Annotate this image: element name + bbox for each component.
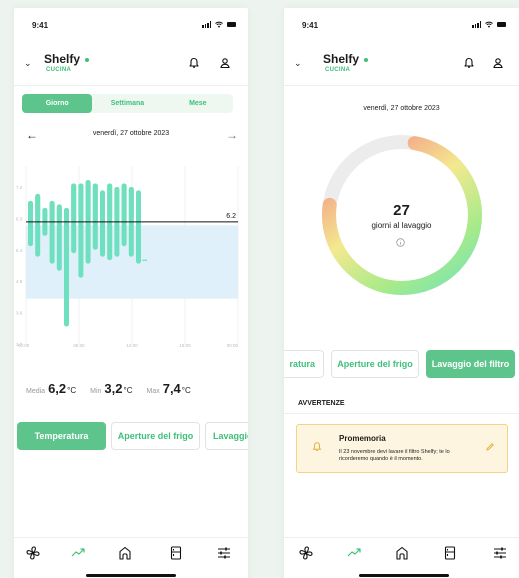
status-bar: 9:41 (284, 19, 519, 33)
online-dot (85, 57, 90, 62)
chart-y-tick: 4.5 (16, 279, 23, 284)
chevron-down-icon[interactable]: ⌄ (24, 58, 32, 69)
chart-y-tick: 3.6 (16, 311, 23, 316)
device-name: Shelfy (44, 52, 81, 66)
date-navigator: ← venerdì, 27 ottobre 2023 → (14, 128, 248, 144)
home-indicator (359, 574, 449, 577)
app-header: ⌄ Shelfy CUCINA (284, 50, 519, 86)
device-selector[interactable]: Shelfy (323, 52, 369, 66)
chart-y-tick: 6.3 (16, 216, 23, 221)
signal-icon (472, 21, 481, 28)
chart-bar-lower (121, 183, 127, 247)
ring-date: venerdì, 27 ottobre 2023 (363, 105, 440, 112)
battery-icon (497, 22, 506, 27)
tab-aperture-frigo[interactable]: Aperture del frigo (111, 422, 200, 450)
pencil-icon[interactable] (485, 442, 495, 452)
status-icons (202, 21, 236, 28)
arrow-right-icon[interactable]: → (226, 128, 238, 142)
fan-icon[interactable] (298, 545, 314, 561)
tab-lavaggio[interactable]: Lavaggio (205, 422, 248, 450)
chart-x-tick: 00:00 (18, 343, 30, 348)
divider (284, 413, 519, 414)
chart-bar-lower (71, 183, 77, 254)
reminder-title: Promemoria (339, 434, 386, 443)
chart-reference-label: 6.2 (226, 213, 236, 220)
days-label: giorni al lavaggio (371, 221, 432, 230)
chart-bar-lower (78, 183, 84, 278)
tab-temperatura[interactable]: ratura (284, 350, 324, 378)
chart-x-tick: 18:00 (179, 343, 191, 348)
fridge-icon[interactable] (168, 545, 184, 561)
warnings-title: AVVERTENZE (298, 400, 345, 407)
period-segmented-control: Giorno Settimana Mese (22, 94, 233, 113)
signal-icon (202, 21, 211, 28)
trend-icon[interactable] (70, 545, 86, 561)
bell-icon[interactable] (187, 56, 201, 70)
arrow-left-icon[interactable]: ← (26, 128, 38, 142)
sliders-icon[interactable] (492, 545, 508, 561)
chart-bar-lower (28, 200, 33, 247)
fridge-icon[interactable] (442, 545, 458, 561)
bottom-tab-bar (284, 537, 519, 567)
stat-max: Max 7,4°C (146, 381, 191, 396)
user-icon[interactable] (491, 56, 505, 70)
tab-lavaggio-filtro[interactable]: Lavaggio del filtro (426, 350, 515, 378)
chart-bar-lower (56, 204, 62, 271)
temperature-chart: 7.26.35.44.53.62.76.200:00 06:00 12:00 18:0… (16, 166, 239, 348)
bell-icon (312, 442, 322, 451)
status-icons (472, 21, 506, 28)
chart-bar-lower (35, 193, 41, 257)
segment-settimana[interactable]: Settimana (92, 94, 162, 113)
sliders-icon[interactable] (216, 545, 232, 561)
device-room: CUCINA (325, 67, 351, 73)
user-icon[interactable] (218, 56, 232, 70)
tab-aperture-frigo[interactable]: Aperture del frigo (331, 350, 419, 378)
device-selector[interactable]: Shelfy (44, 52, 90, 66)
status-time: 9:41 (32, 21, 49, 30)
home-indicator (86, 574, 176, 577)
online-dot (364, 57, 369, 62)
wifi-icon (215, 21, 223, 28)
reminder-card[interactable]: Promemoria Il 23 novembre devi lavare il… (296, 424, 508, 473)
home-icon[interactable] (394, 545, 410, 561)
metric-tabs: Temperatura Aperture del frigo Lavaggio (14, 422, 248, 450)
phone-screen-filter: 9:41 ⌄ Shelfy CUCINA venerdì, 27 ottobre… (284, 8, 519, 578)
chart-y-tick: 5.4 (16, 248, 23, 253)
chart-x-tick: 00:00 (227, 343, 239, 348)
stat-min: Min 3,2°C (90, 381, 133, 396)
segment-mese[interactable]: Mese (163, 94, 233, 113)
app-header: ⌄ Shelfy CUCINA (14, 50, 248, 86)
home-icon[interactable] (117, 545, 133, 561)
temperature-stats: Media 6,2°C Min 3,2°C Max 7,4°C (26, 381, 248, 401)
chart-bar-lower (49, 200, 55, 264)
stat-media: Media 6,2°C (26, 381, 77, 396)
metric-tabs: ratura Aperture del frigo Lavaggio del f… (284, 350, 519, 378)
segment-giorno[interactable]: Giorno (22, 94, 93, 113)
reminder-text: Il 23 novembre devi lavare il filtro She… (339, 449, 450, 462)
bottom-tab-bar (14, 537, 248, 567)
chart-bar-lower (100, 190, 105, 257)
trend-icon[interactable] (346, 545, 362, 561)
status-bar: 9:41 (14, 19, 248, 33)
chart-bar-lower (92, 183, 98, 250)
device-name: Shelfy (323, 52, 360, 66)
chart-bar-lower (136, 190, 141, 264)
chart-bar-lower (64, 207, 69, 327)
chart-y-tick: 7.2 (16, 185, 23, 190)
battery-icon (227, 22, 236, 27)
device-room: CUCINA (46, 67, 72, 73)
tab-temperatura[interactable]: Temperatura (17, 422, 106, 450)
fan-icon[interactable] (25, 545, 41, 561)
status-time: 9:41 (302, 21, 319, 30)
wifi-icon (485, 21, 493, 28)
bell-icon[interactable] (462, 56, 476, 70)
chart-x-tick: 12:00 (126, 343, 138, 348)
info-icon[interactable] (396, 238, 405, 247)
chart-x-tick: 06:00 (73, 343, 85, 348)
days-count: 27 (393, 202, 410, 219)
chevron-down-icon[interactable]: ⌄ (294, 58, 302, 69)
phone-screen-temperature: 9:41 ⌄ Shelfy CUCINA Giorno Settimana Me… (14, 8, 248, 578)
chart-date: venerdì, 27 ottobre 2023 (92, 130, 170, 137)
